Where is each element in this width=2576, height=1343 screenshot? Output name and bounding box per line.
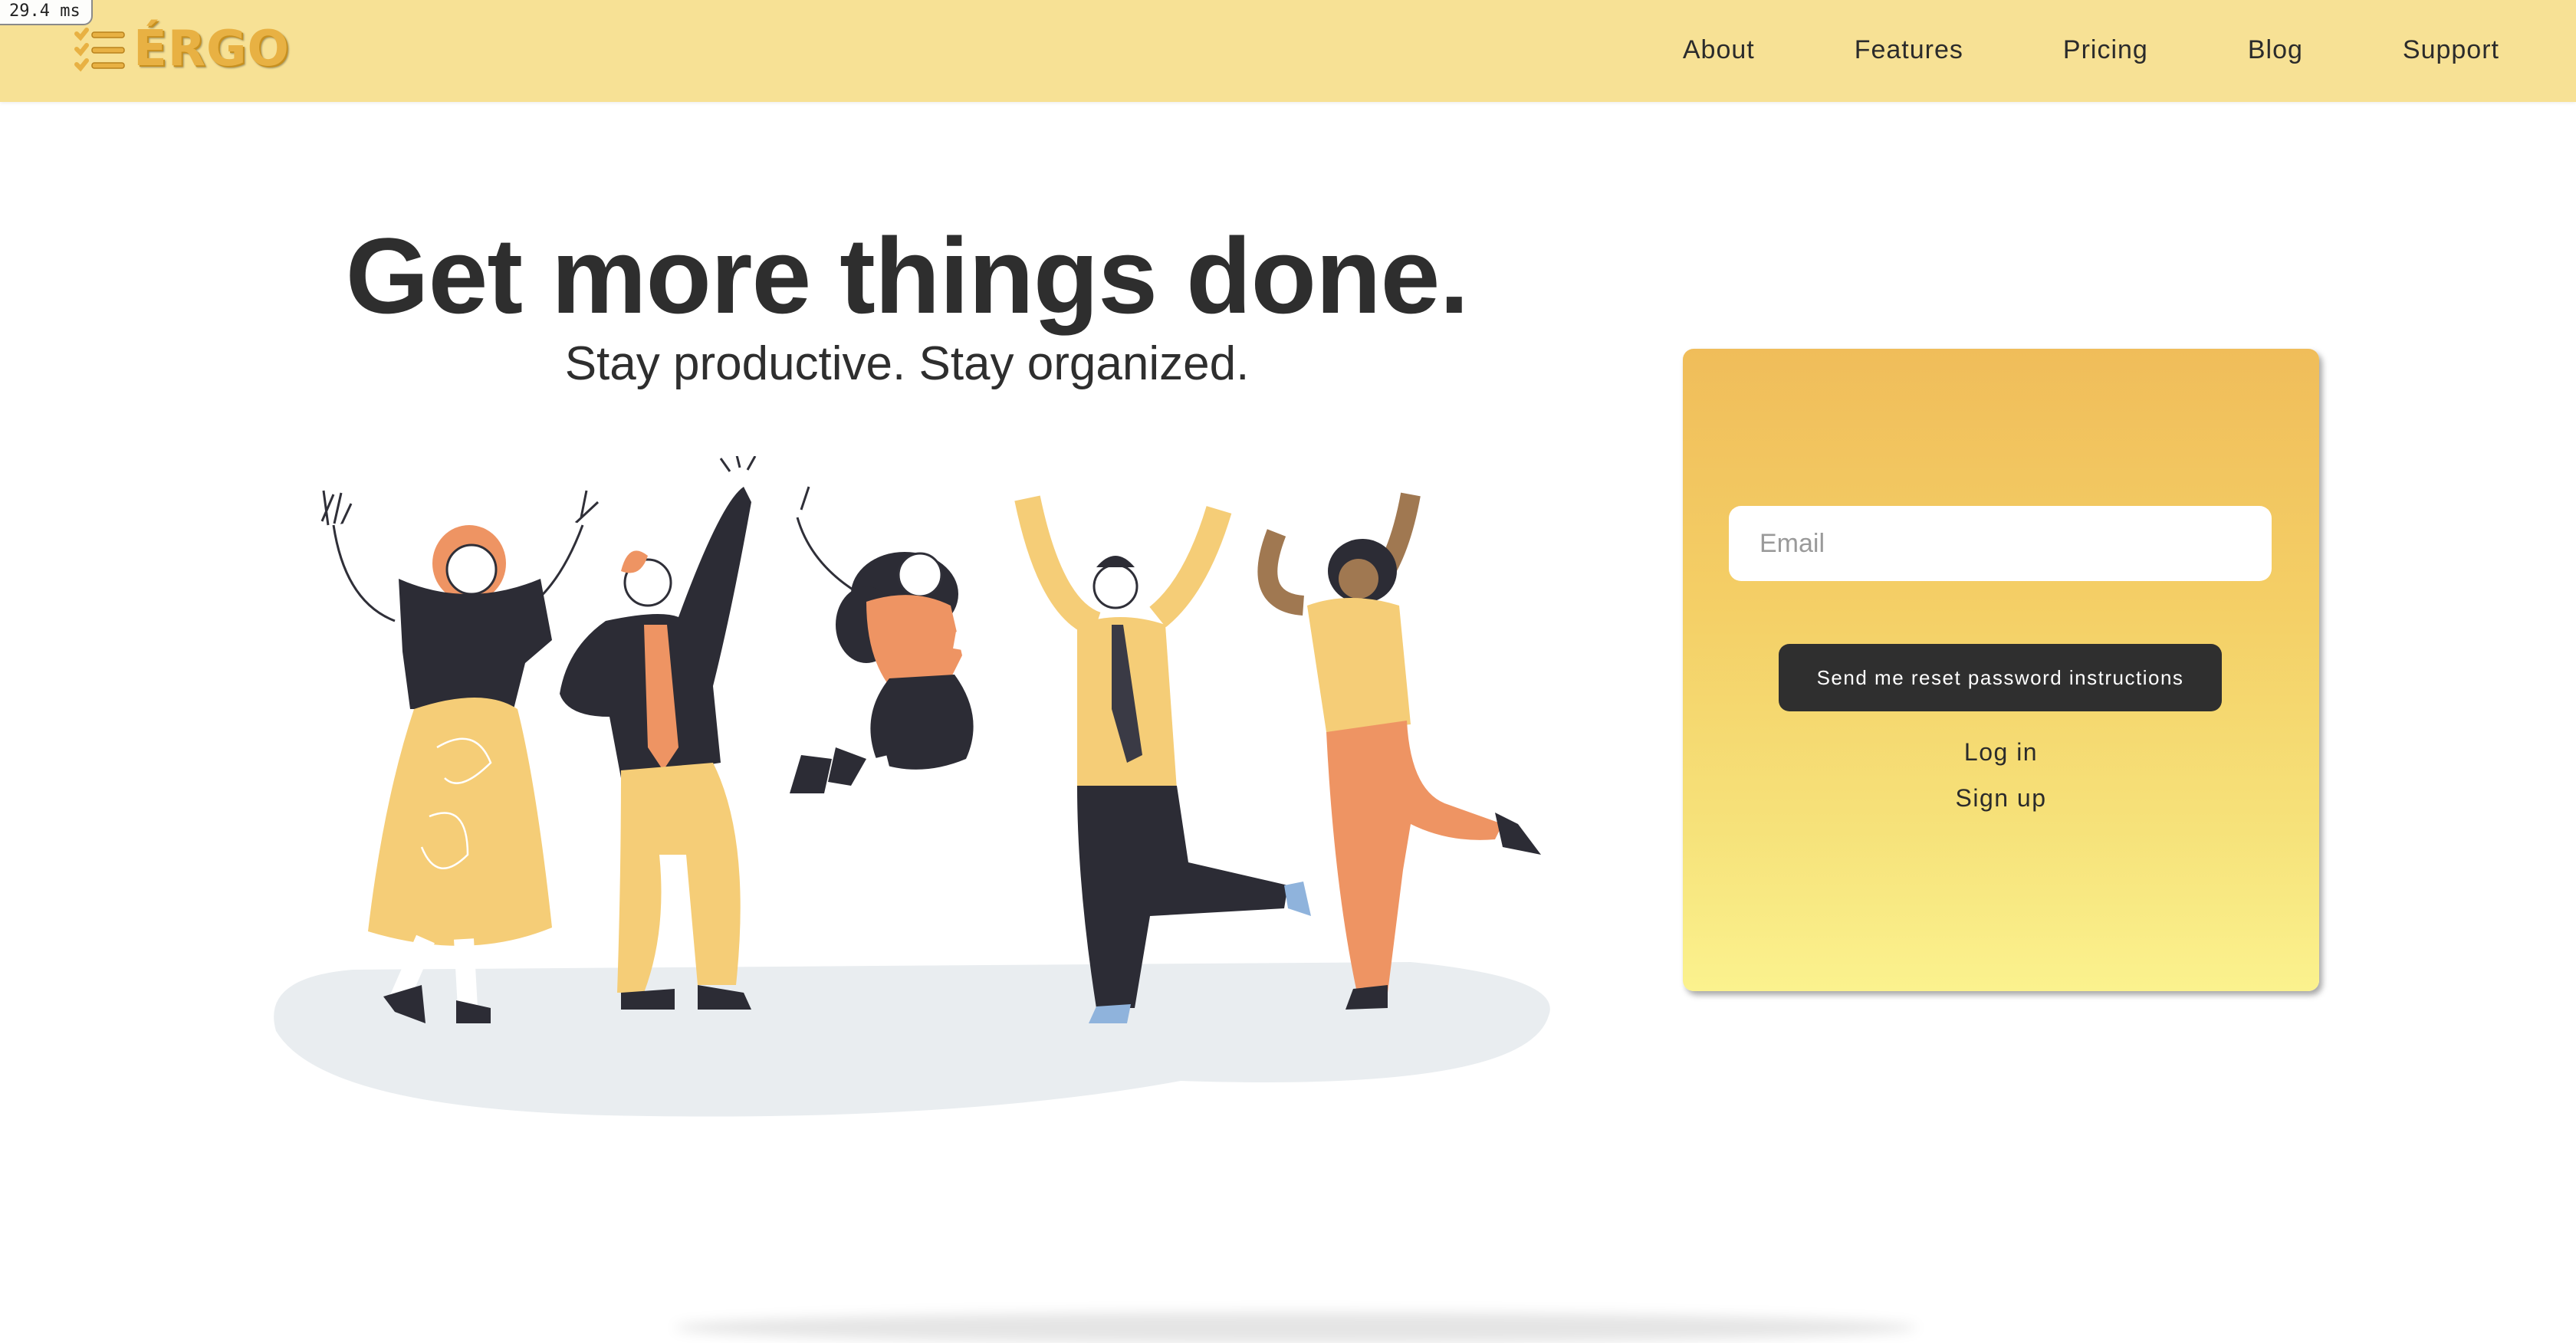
email-input[interactable] (1729, 506, 2272, 581)
person-1 (320, 490, 600, 1023)
hero-subtitle: Stay productive. Stay organized. (564, 337, 1250, 390)
nav-support[interactable]: Support (2403, 35, 2499, 65)
person-5 (1257, 492, 1541, 1010)
brand-name: ÉRGO (133, 21, 290, 77)
brand-logo[interactable]: ÉRGO (74, 21, 290, 77)
reset-password-panel: Send me reset password instructions Log … (1683, 349, 2319, 991)
main-nav: About Features Pricing Blog Support (1683, 0, 2499, 100)
signup-link[interactable]: Sign up (1683, 784, 2319, 813)
hero-title: Get more things done. (345, 215, 1470, 336)
checklist-icon (74, 28, 125, 72)
top-navbar: ÉRGO About Features Pricing Blog Support (0, 0, 2576, 102)
celebrating-people-illustration (274, 456, 1550, 1117)
footer-edge-shadow (675, 1312, 1917, 1343)
send-reset-instructions-button[interactable]: Send me reset password instructions (1779, 644, 2222, 711)
nav-about[interactable]: About (1683, 35, 1755, 65)
nav-blog[interactable]: Blog (2248, 35, 2303, 65)
person-3 (788, 486, 1021, 842)
nav-pricing[interactable]: Pricing (2063, 35, 2148, 65)
login-link[interactable]: Log in (1683, 738, 2319, 767)
render-time-badge: 29.4 ms (0, 0, 93, 25)
person-2 (560, 456, 757, 1010)
nav-features[interactable]: Features (1855, 35, 1963, 65)
